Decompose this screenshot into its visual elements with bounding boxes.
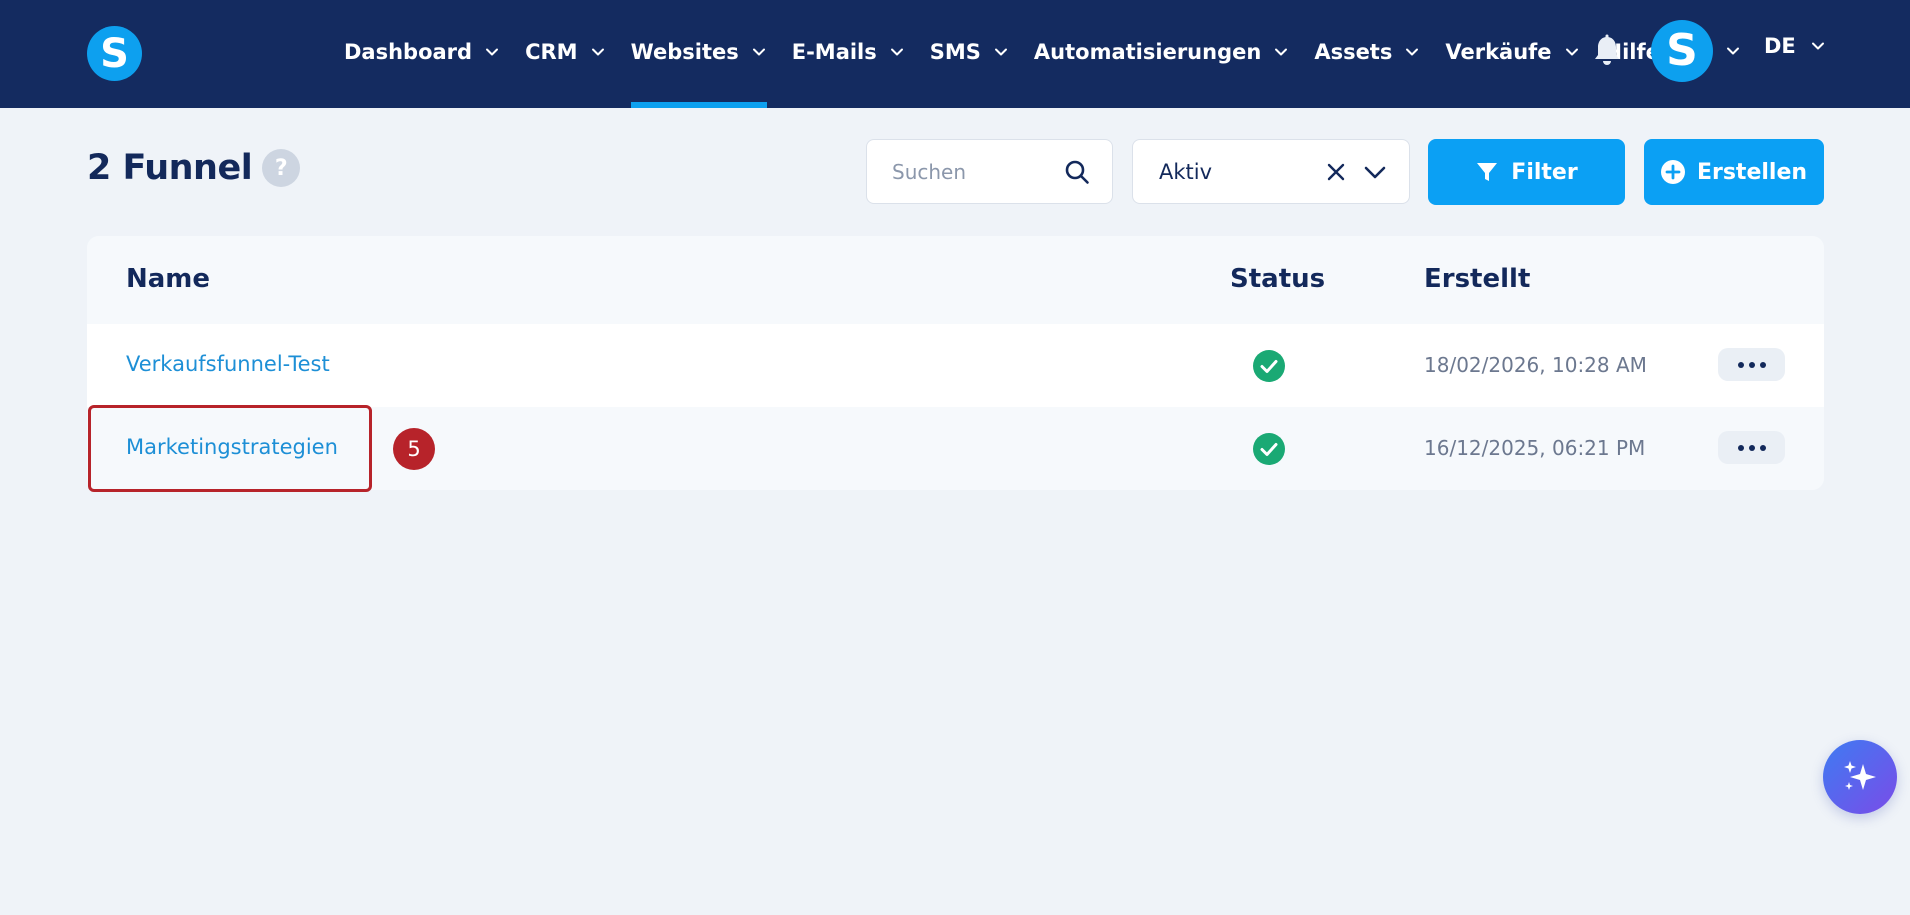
funnel-name-link[interactable]: Verkaufsfunnel-Test: [126, 352, 330, 376]
table-header: Name Status Erstellt: [87, 236, 1824, 324]
check-circle-icon: [1253, 433, 1285, 465]
check-circle-icon: [1253, 350, 1285, 382]
chevron-down-icon: [1404, 44, 1420, 60]
chevron-down-icon: [1810, 38, 1826, 54]
top-navbar: S Dashboard CRM Websites E-Mails SMS Aut…: [0, 0, 1910, 108]
created-date: 16/12/2025, 06:21 PM: [1424, 436, 1646, 460]
dot: [1759, 444, 1766, 451]
nav-item-crm[interactable]: CRM: [525, 0, 605, 104]
dot: [1759, 361, 1766, 368]
nav-item-emails[interactable]: E-Mails: [792, 0, 905, 104]
column-header-status[interactable]: Status: [1230, 264, 1325, 294]
chevron-down-icon: [751, 44, 767, 60]
plus-circle-icon: [1660, 160, 1685, 184]
nav-item-label: Verkäufe: [1445, 40, 1552, 64]
column-header-created[interactable]: Erstellt: [1424, 264, 1530, 294]
table-row[interactable]: Verkaufsfunnel-Test 18/02/2026, 10:28 AM: [87, 324, 1824, 407]
sparkles-icon: [1844, 761, 1876, 790]
nav-item-label: Websites: [630, 40, 739, 64]
created-date: 18/02/2026, 10:28 AM: [1424, 353, 1647, 377]
page-title: 2 Funnel: [87, 148, 253, 188]
create-button-label: Erstellen: [1696, 159, 1808, 185]
chevron-down-icon: [590, 44, 606, 60]
filter-button-label: Filter: [1511, 159, 1578, 185]
chevron-down-icon: [1273, 44, 1289, 60]
nav-item-label: Automatisierungen: [1033, 40, 1262, 64]
language-label: DE: [1764, 34, 1796, 58]
chevron-down-icon: [1564, 44, 1580, 60]
clear-icon[interactable]: [1327, 163, 1345, 181]
funnel-icon: [1475, 160, 1499, 184]
bell-icon[interactable]: [1592, 34, 1622, 68]
nav-item-verkaeufe[interactable]: Verkäufe: [1445, 0, 1579, 104]
dot: [1748, 361, 1755, 368]
nav-item-sms[interactable]: SMS: [930, 0, 1009, 104]
nav-item-label: CRM: [525, 40, 578, 64]
chevron-down-icon: [889, 44, 905, 60]
search-input[interactable]: [892, 159, 1064, 184]
create-button[interactable]: Erstellen: [1644, 139, 1824, 205]
chevron-down-icon[interactable]: [1363, 160, 1387, 184]
status-filter-select[interactable]: Aktiv: [1132, 139, 1410, 204]
chevron-down-icon: [484, 44, 500, 60]
nav-item-automatisierungen[interactable]: Automatisierungen: [1034, 0, 1289, 104]
dot: [1748, 444, 1755, 451]
help-icon[interactable]: ?: [262, 149, 301, 187]
row-actions-button[interactable]: [1718, 431, 1785, 464]
ai-assistant-button[interactable]: [1823, 740, 1897, 814]
step-highlight-box: [88, 405, 372, 492]
nav-item-label: Dashboard: [344, 40, 473, 64]
nav-item-assets[interactable]: Assets: [1314, 0, 1420, 104]
step-number-badge: 5: [393, 428, 435, 470]
app-logo[interactable]: S: [87, 26, 142, 81]
dot: [1737, 361, 1744, 368]
nav-item-label: Assets: [1314, 40, 1393, 64]
nav-item-label: SMS: [929, 40, 981, 64]
nav-item-label: E-Mails: [791, 40, 877, 64]
nav-item-websites[interactable]: Websites: [630, 0, 767, 108]
user-avatar[interactable]: S: [1651, 20, 1713, 82]
chevron-down-icon: [993, 44, 1009, 60]
search-box: [866, 139, 1113, 204]
status-filter-value: Aktiv: [1159, 159, 1213, 184]
page-header: 2 Funnel ?: [87, 148, 301, 188]
chevron-down-icon[interactable]: [1725, 43, 1741, 59]
language-switcher[interactable]: DE: [1764, 34, 1826, 58]
filter-button[interactable]: Filter: [1428, 139, 1625, 205]
main-nav: Dashboard CRM Websites E-Mails SMS Autom…: [344, 0, 1682, 108]
row-actions-button[interactable]: [1718, 348, 1785, 381]
dot: [1737, 444, 1744, 451]
column-header-name[interactable]: Name: [126, 264, 210, 294]
nav-item-dashboard[interactable]: Dashboard: [344, 0, 500, 104]
search-icon[interactable]: [1064, 159, 1090, 185]
